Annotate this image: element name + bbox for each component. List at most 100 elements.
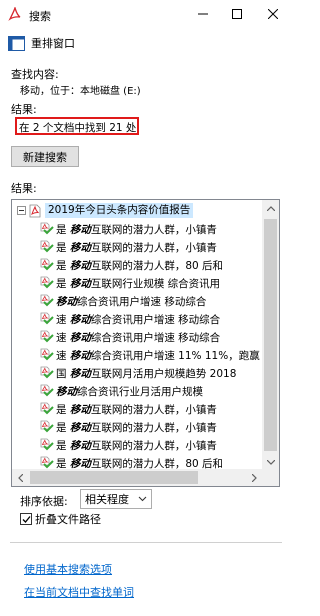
collapse-paths-checkbox[interactable] (20, 513, 32, 525)
hit-keyword: 移动 (69, 403, 91, 416)
hit-context-before: 速 (56, 313, 70, 326)
hit-context-before: 速 (56, 331, 70, 344)
search-hit-row[interactable]: 是 移动互联网的潜力人群，小镇青 (38, 400, 217, 418)
search-hit-row[interactable]: 是 移动互联网的潜力人群，小镇青 (38, 220, 217, 238)
scroll-up-button[interactable] (262, 200, 279, 217)
search-hit-row[interactable]: 移动综合资讯行业月活用户规模 (38, 382, 203, 400)
hit-keyword: 移动 (69, 223, 91, 236)
hit-context-after: 互联网的潜力人群，小镇青 (90, 223, 217, 236)
hit-keyword: 移动 (69, 331, 91, 344)
hit-keyword: 移动 (69, 421, 91, 434)
search-hit-text: 是 移动互联网的潜力人群，小镇青 (56, 222, 217, 237)
search-hit-icon (40, 312, 54, 325)
hit-context-after: 综合资讯用户增速 移动综合 (90, 331, 221, 344)
hit-keyword: 移动 (69, 313, 91, 326)
close-button[interactable] (256, 0, 290, 28)
horizontal-scrollbar[interactable] (12, 469, 263, 486)
hit-context-after: 互联网的潜力人群，80 后和 (90, 259, 224, 272)
maximize-icon (232, 9, 242, 19)
search-hit-row[interactable]: 是 移动互联网的潜力人群，小镇青 (38, 418, 217, 436)
window-layout-icon (8, 35, 25, 51)
checkmark-icon (22, 515, 31, 523)
minimize-icon (198, 13, 208, 15)
search-hit-icon (40, 240, 54, 253)
hit-keyword: 移动 (56, 295, 77, 308)
hit-context-after: 互联网的潜力人群，小镇青 (90, 421, 217, 434)
search-hit-row[interactable]: 速 移动综合资讯用户增速 11% 11%，跑赢 (38, 346, 260, 364)
search-hit-row[interactable]: 是 移动互联网的潜力人群，小镇青 (38, 436, 217, 454)
horizontal-scroll-thumb[interactable] (30, 471, 198, 484)
scroll-left-button[interactable] (12, 469, 29, 486)
search-hit-row[interactable]: 速 移动综合资讯用户增速 移动综合 (38, 328, 220, 346)
collapse-toggle-icon[interactable] (17, 206, 26, 215)
acrobat-icon (8, 7, 21, 21)
minimize-button[interactable] (186, 0, 220, 28)
search-hit-icon (40, 366, 54, 379)
hit-keyword: 移动 (69, 349, 91, 362)
results-label: 结果: (11, 103, 37, 116)
hit-keyword: 移动 (69, 457, 91, 470)
rearrange-window-button[interactable]: 重排窗口 (8, 33, 75, 53)
hit-context-after: 互联网的潜力人群，80 后和 (90, 457, 224, 470)
search-hit-icon (40, 420, 54, 433)
search-hit-icon (40, 456, 54, 469)
search-hit-text: 是 移动互联网行业规模 综合资讯用 (56, 276, 220, 291)
hit-context-before: 是 (56, 223, 70, 236)
vertical-scroll-thumb[interactable] (264, 219, 277, 451)
rearrange-window-label: 重排窗口 (31, 37, 75, 50)
search-hit-text: 速 移动综合资讯用户增速 移动综合 (56, 312, 220, 327)
collapse-paths-option[interactable]: 折叠文件路径 (20, 511, 101, 527)
hit-context-before: 是 (56, 241, 70, 254)
scrollbar-corner (262, 469, 279, 486)
find-in-current-document-link[interactable]: 在当前文档中查找单词 (24, 584, 134, 600)
hit-context-after: 综合资讯用户增速 移动综合 (90, 313, 221, 326)
divider (10, 542, 282, 543)
search-hit-text: 是 移动互联网的潜力人群，小镇青 (56, 438, 217, 453)
results-summary: 在 2 个文档中找到 21 处 (15, 117, 139, 135)
new-search-button[interactable]: 新建搜索 (11, 146, 79, 167)
search-hit-text: 移动综合资讯行业月活用户规模 (56, 384, 203, 399)
scroll-right-button[interactable] (246, 469, 263, 486)
tree-root-document[interactable]: 2019年今日头条内容价值报告 (12, 202, 194, 219)
basic-search-options-link[interactable]: 使用基本搜索选项 (24, 561, 112, 577)
search-hit-text: 是 移动互联网的潜力人群，80 后和 (56, 258, 223, 273)
hit-keyword: 移动 (69, 241, 91, 254)
search-hit-row[interactable]: 速 移动综合资讯用户增速 移动综合 (38, 310, 220, 328)
vertical-scrollbar[interactable] (262, 200, 279, 471)
tree-root-label: 2019年今日头条内容价值报告 (45, 203, 194, 218)
search-hit-icon (40, 348, 54, 361)
search-hit-row[interactable]: 国 移动互联网月活用户规模趋势 2018 (38, 364, 236, 382)
search-hit-text: 移动综合资讯用户增速 移动综合 (56, 294, 206, 309)
query-label: 查找内容: (11, 68, 59, 81)
close-icon (268, 9, 278, 19)
search-hit-icon (40, 294, 54, 307)
search-hit-icon (40, 276, 54, 289)
title-bar: 搜索 (0, 0, 292, 30)
search-hit-text: 速 移动综合资讯用户增速 11% 11%，跑赢 (56, 348, 260, 363)
search-hit-icon (40, 330, 54, 343)
hit-context-before: 是 (56, 457, 70, 470)
sort-dropdown[interactable]: 相关程度 (80, 489, 152, 509)
hit-context-after: 互联网行业规模 综合资讯用 (90, 277, 221, 290)
hit-context-before: 速 (56, 349, 70, 362)
hit-context-after: 互联网的潜力人群，小镇青 (90, 439, 217, 452)
hit-context-after: 互联网月活用户规模趋势 2018 (90, 367, 237, 380)
chevron-left-icon (18, 473, 23, 482)
search-hit-text: 是 移动互联网的潜力人群，小镇青 (56, 420, 217, 435)
search-hit-icon (40, 384, 54, 397)
sort-label: 排序依据: (20, 495, 68, 508)
search-hit-row[interactable]: 移动综合资讯用户增速 移动综合 (38, 292, 206, 310)
pdf-document-icon (29, 204, 41, 217)
maximize-button[interactable] (220, 0, 254, 28)
search-hit-icon (40, 258, 54, 271)
chevron-right-icon (252, 473, 257, 482)
search-hit-row[interactable]: 是 移动互联网的潜力人群，小镇青 (38, 238, 217, 256)
search-hit-row[interactable]: 是 移动互联网的潜力人群，80 后和 (38, 256, 223, 274)
hit-context-before: 是 (56, 421, 70, 434)
chevron-up-icon (266, 206, 275, 211)
search-hit-row[interactable]: 是 移动互联网行业规模 综合资讯用 (38, 274, 220, 292)
results-heading: 结果: (11, 182, 37, 195)
results-tree: 2019年今日头条内容价值报告 是 移动互联网的潜力人群，小镇青是 移动互联网的… (12, 200, 263, 471)
hit-keyword: 移动 (69, 277, 91, 290)
search-hit-icon (40, 402, 54, 415)
